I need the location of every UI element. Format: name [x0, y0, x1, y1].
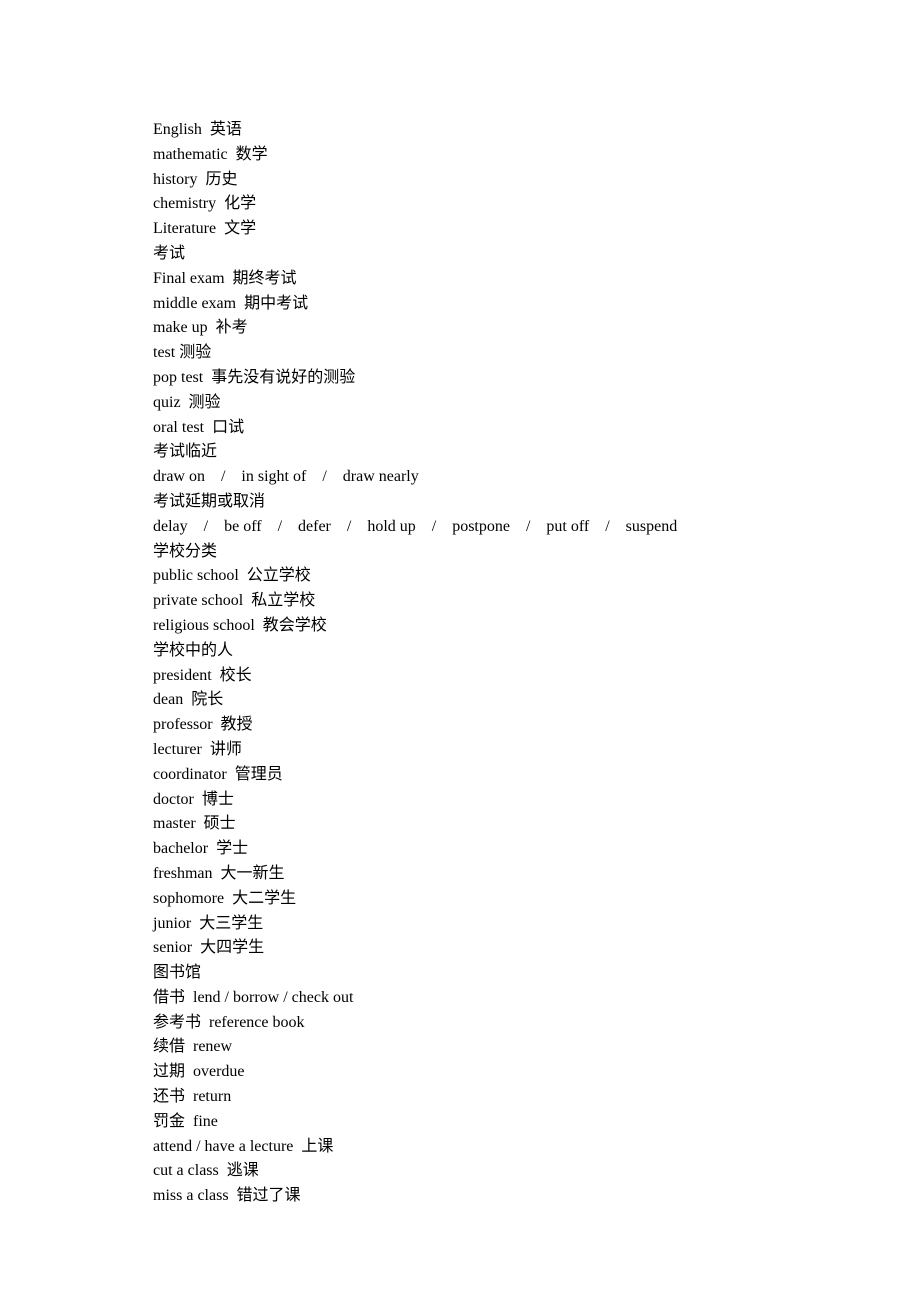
text-line: Literature 文学 [153, 217, 920, 242]
text-line: president 校长 [153, 664, 920, 689]
text-line: quiz 测验 [153, 391, 920, 416]
text-line: 罚金 fine [153, 1110, 920, 1135]
text-line: private school 私立学校 [153, 589, 920, 614]
text-line: lecturer 讲师 [153, 738, 920, 763]
text-line: sophomore 大二学生 [153, 887, 920, 912]
text-line: middle exam 期中考试 [153, 292, 920, 317]
text-line: 续借 renew [153, 1035, 920, 1060]
text-line: draw on / in sight of / draw nearly [153, 465, 920, 490]
text-line: 过期 overdue [153, 1060, 920, 1085]
text-line: history 历史 [153, 168, 920, 193]
text-line: English 英语 [153, 118, 920, 143]
text-line: 考试 [153, 242, 920, 267]
text-line: mathematic 数学 [153, 143, 920, 168]
text-line: 学校中的人 [153, 639, 920, 664]
vocabulary-list: English 英语mathematic 数学history 历史chemist… [153, 118, 920, 1209]
text-line: 考试延期或取消 [153, 490, 920, 515]
text-line: dean 院长 [153, 688, 920, 713]
text-line: 图书馆 [153, 961, 920, 986]
text-line: freshman 大一新生 [153, 862, 920, 887]
text-line: make up 补考 [153, 316, 920, 341]
text-line: 参考书 reference book [153, 1011, 920, 1036]
text-line: pop test 事先没有说好的测验 [153, 366, 920, 391]
text-line: chemistry 化学 [153, 192, 920, 217]
text-line: oral test 口试 [153, 416, 920, 441]
text-line: 考试临近 [153, 440, 920, 465]
text-line: test 测验 [153, 341, 920, 366]
text-line: religious school 教会学校 [153, 614, 920, 639]
text-line: junior 大三学生 [153, 912, 920, 937]
text-line: attend / have a lecture 上课 [153, 1135, 920, 1160]
text-line: cut a class 逃课 [153, 1159, 920, 1184]
text-line: doctor 博士 [153, 788, 920, 813]
text-line: master 硕士 [153, 812, 920, 837]
text-line: 还书 return [153, 1085, 920, 1110]
text-line: delay / be off / defer / hold up / postp… [153, 515, 920, 540]
text-line: professor 教授 [153, 713, 920, 738]
document-page: English 英语mathematic 数学history 历史chemist… [0, 0, 920, 1302]
text-line: miss a class 错过了课 [153, 1184, 920, 1209]
text-line: coordinator 管理员 [153, 763, 920, 788]
text-line: senior 大四学生 [153, 936, 920, 961]
text-line: Final exam 期终考试 [153, 267, 920, 292]
text-line: 借书 lend / borrow / check out [153, 986, 920, 1011]
text-line: 学校分类 [153, 540, 920, 565]
text-line: bachelor 学士 [153, 837, 920, 862]
text-line: public school 公立学校 [153, 564, 920, 589]
